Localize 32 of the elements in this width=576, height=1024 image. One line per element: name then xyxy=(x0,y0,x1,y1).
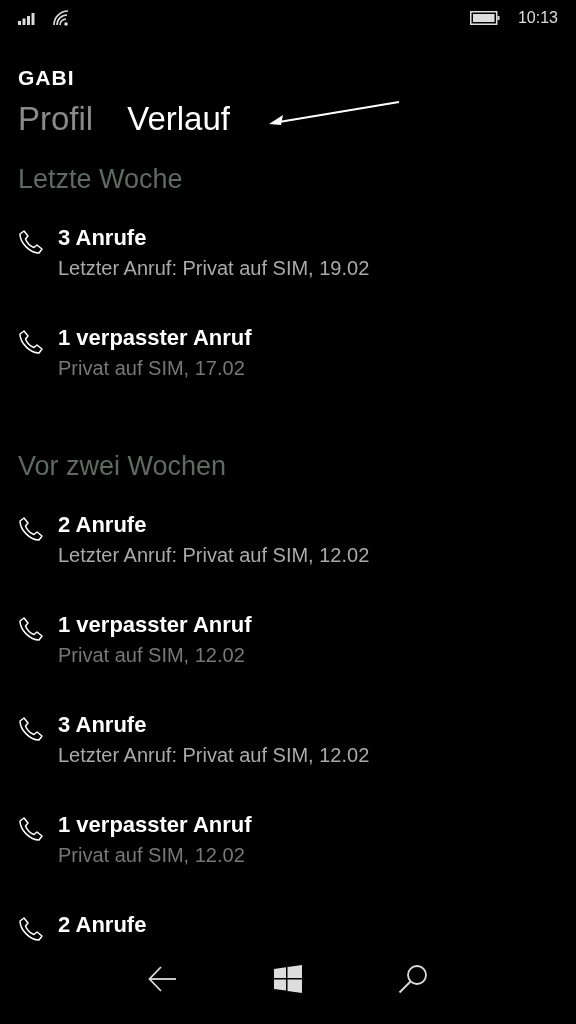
section-header: Vor zwei Wochen xyxy=(18,451,228,482)
call-detail: Letzter Anruf: Privat auf SIM, 12.02 xyxy=(58,744,370,767)
pivot-tab[interactable]: Profil xyxy=(18,100,94,138)
call-summary[interactable]: 2 Anrufe xyxy=(58,912,147,938)
wifi-icon xyxy=(52,9,70,27)
call-summary[interactable]: 3 Anrufe xyxy=(58,712,370,738)
call-detail: Letzter Anruf: Privat auf SIM, 12.02 xyxy=(58,544,370,567)
call-detail: Letzter Anruf: Privat auf SIM, 19.02 xyxy=(58,257,370,280)
contact-name: GABI xyxy=(18,66,76,90)
back-icon[interactable] xyxy=(148,966,178,992)
phone-icon xyxy=(18,516,44,542)
call-summary[interactable]: 1 verpasster Anruf xyxy=(58,325,252,351)
call-summary[interactable]: 3 Anrufe xyxy=(58,225,370,251)
call-detail: Privat auf SIM, 12.02 xyxy=(58,644,246,667)
phone-icon xyxy=(18,229,44,255)
phone-icon xyxy=(18,329,44,355)
clock-time: 10:13 xyxy=(517,9,558,27)
phone-icon xyxy=(18,816,44,842)
windows-logo-icon[interactable] xyxy=(274,965,302,993)
signal-icon xyxy=(18,11,38,25)
section-header: Letzte Woche xyxy=(18,164,184,195)
pivot-tab[interactable]: Verlauf xyxy=(127,100,230,138)
call-detail: Privat auf SIM, 17.02 xyxy=(58,357,246,380)
call-detail: Privat auf SIM, 12.02 xyxy=(58,844,246,867)
phone-icon xyxy=(18,916,44,942)
call-summary[interactable]: 2 Anrufe xyxy=(58,512,370,538)
battery-icon xyxy=(469,11,500,25)
call-summary[interactable]: 1 verpasster Anruf xyxy=(58,812,252,838)
search-icon[interactable] xyxy=(398,964,428,994)
phone-icon xyxy=(18,716,44,742)
call-summary[interactable]: 1 verpasster Anruf xyxy=(58,612,252,638)
phone-icon xyxy=(18,616,44,642)
